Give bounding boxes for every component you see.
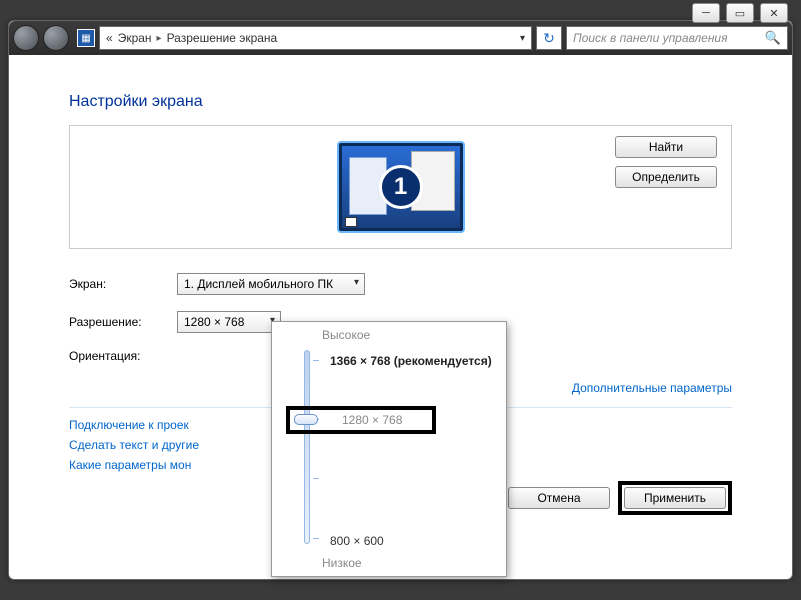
window-controls: ─ ▭ ✕ <box>692 3 788 23</box>
slider-tick <box>313 360 319 361</box>
slider-label-low: Низкое <box>322 556 362 570</box>
slider-thumb[interactable] <box>294 414 318 425</box>
detect-button[interactable]: Определить <box>615 166 717 188</box>
control-panel-icon: ▦ <box>77 29 95 47</box>
navbar: ▦ « Экран ▸ Разрешение экрана ▾ ↻ Поиск … <box>9 21 792 55</box>
slider-option-current: 1280 × 768 <box>342 413 402 427</box>
breadcrumb-item-screen[interactable]: Экран <box>118 31 152 45</box>
forward-button[interactable] <box>43 25 69 51</box>
window: ─ ▭ ✕ ▦ « Экран ▸ Разрешение экрана ▾ ↻ … <box>8 20 793 580</box>
maximize-button[interactable]: ▭ <box>726 3 754 23</box>
search-placeholder: Поиск в панели управления <box>573 31 728 45</box>
refresh-button[interactable]: ↻ <box>536 26 562 50</box>
apply-button[interactable]: Применить <box>624 487 726 509</box>
slider-label-high: Высокое <box>322 328 370 342</box>
back-button[interactable] <box>13 25 39 51</box>
advanced-parameters-link[interactable]: Дополнительные параметры <box>572 381 732 395</box>
resolution-combobox[interactable]: 1280 × 768 <box>177 311 281 333</box>
cancel-button[interactable]: Отмена <box>508 487 610 509</box>
display-value: 1. Дисплей мобильного ПК <box>184 277 333 291</box>
chevron-right-icon: ▸ <box>157 33 162 44</box>
dialog-buttons: Отмена Применить <box>470 481 732 515</box>
find-button[interactable]: Найти <box>615 136 717 158</box>
monitor-thumbnail[interactable]: 1 <box>337 141 465 233</box>
breadcrumb-item-resolution[interactable]: Разрешение экрана <box>167 31 278 45</box>
search-icon[interactable]: 🔍 <box>765 30 781 46</box>
page-title: Настройки экрана <box>69 93 732 111</box>
slider-option-min: 800 × 600 <box>330 534 384 548</box>
search-input[interactable]: Поиск в панели управления 🔍 <box>566 26 788 50</box>
slider-tick <box>313 538 319 539</box>
slider-option-recommended: 1366 × 768 (рекомендуется) <box>330 354 492 368</box>
breadcrumb-prefix: « <box>106 31 113 45</box>
close-button[interactable]: ✕ <box>760 3 788 23</box>
monitor-preview-panel: 1 Найти Определить <box>69 125 732 249</box>
minimize-button[interactable]: ─ <box>692 3 720 23</box>
resolution-label: Разрешение: <box>69 315 177 329</box>
connect-projector-link[interactable]: Подключение к проек <box>69 418 189 432</box>
breadcrumb[interactable]: « Экран ▸ Разрешение экрана ▾ <box>99 26 532 50</box>
breadcrumb-dropdown-icon[interactable]: ▾ <box>520 33 525 44</box>
slider-track[interactable] <box>304 350 310 544</box>
resolution-slider-dropdown: Высокое 1366 × 768 (рекомендуется) 1280 … <box>271 321 507 577</box>
resolution-value: 1280 × 768 <box>184 315 244 329</box>
display-label: Экран: <box>69 277 177 291</box>
apply-highlight: Применить <box>618 481 732 515</box>
monitor-number-badge: 1 <box>379 165 423 209</box>
slider-tick <box>313 478 319 479</box>
display-combobox[interactable]: 1. Дисплей мобильного ПК <box>177 273 365 295</box>
orientation-label: Ориентация: <box>69 349 177 363</box>
